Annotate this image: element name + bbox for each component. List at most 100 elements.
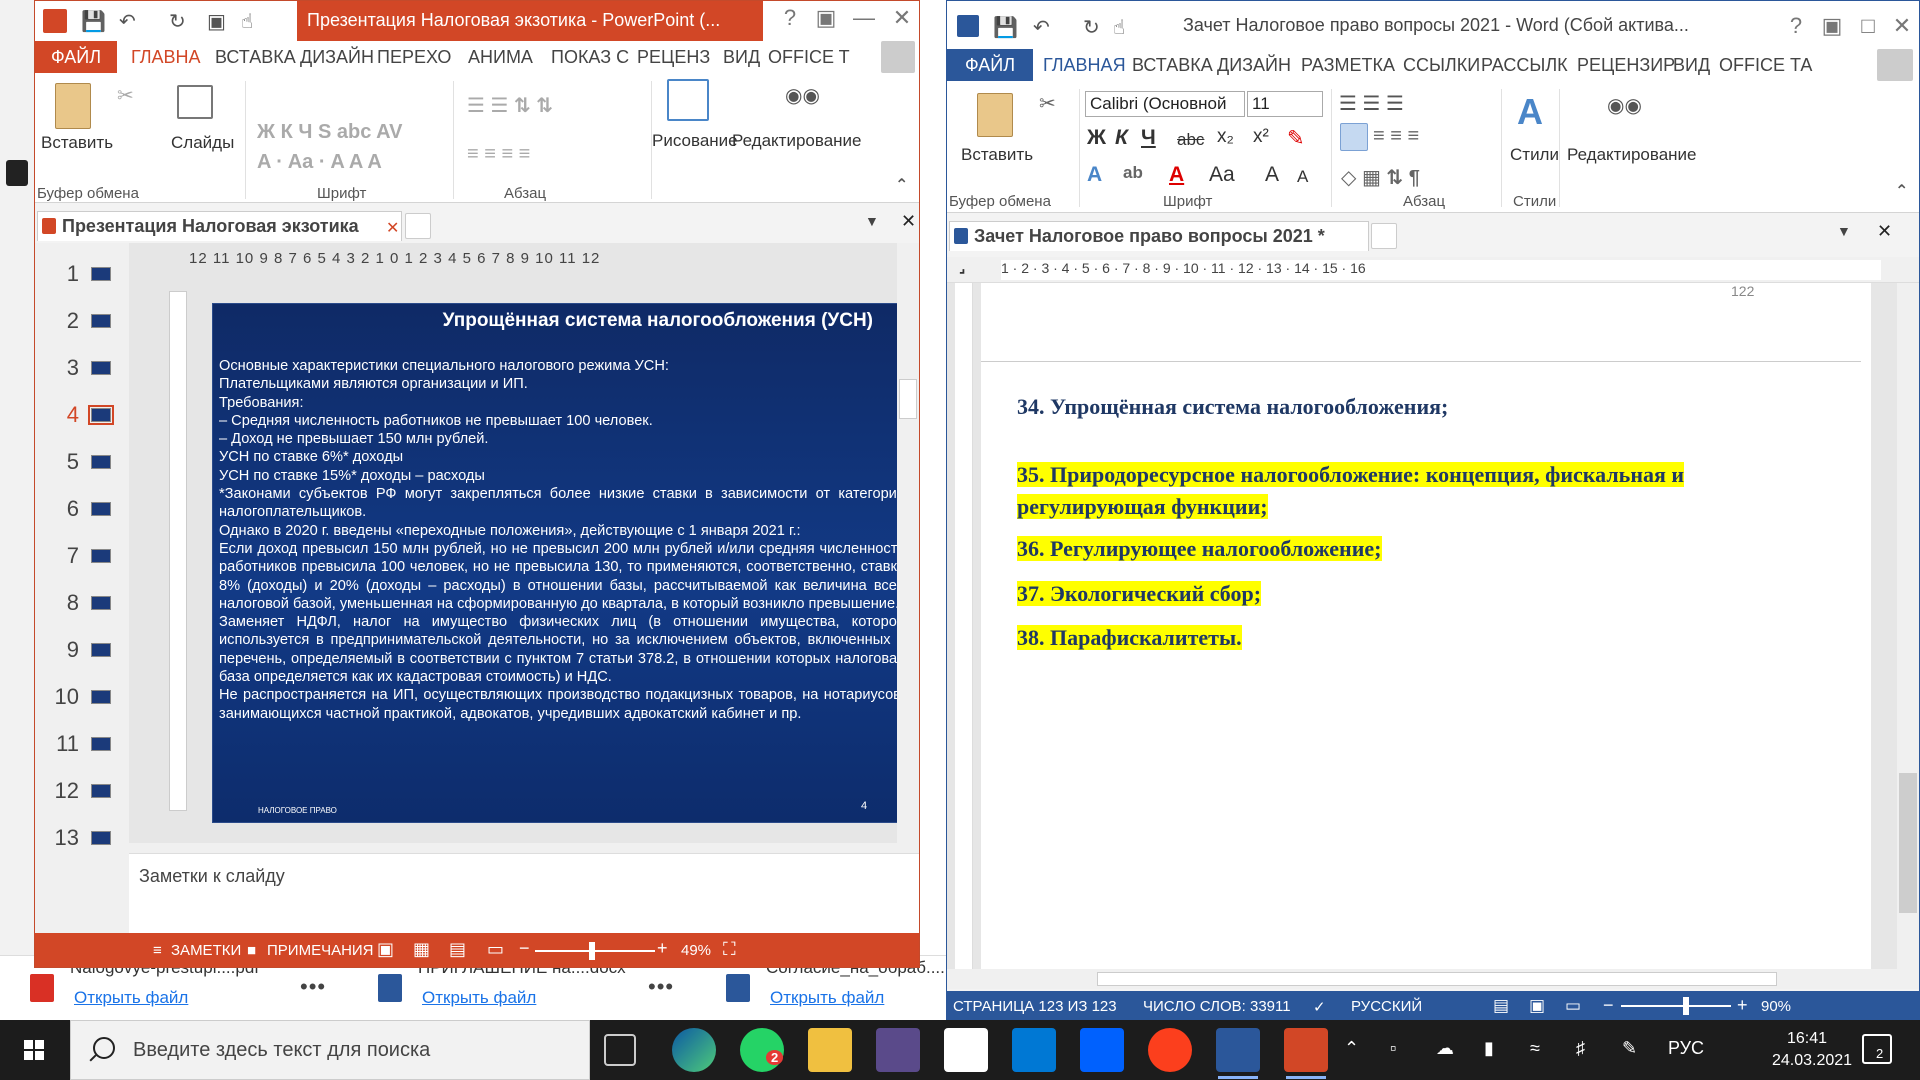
volume-icon[interactable]: ♯	[1576, 1038, 1585, 1059]
redo-icon[interactable]: ↻	[169, 9, 186, 34]
chevron-up-icon[interactable]: ⌃	[1344, 1038, 1359, 1059]
tab-transitions[interactable]: ПЕРЕХО	[377, 47, 451, 68]
undo-icon[interactable]: ↶	[119, 9, 136, 34]
styles-icon[interactable]: A	[1517, 91, 1543, 133]
notes-pane[interactable]: Заметки к слайду	[129, 853, 919, 933]
close-document-icon[interactable]: ✕	[901, 211, 916, 232]
language[interactable]: РУССКИЙ	[1351, 998, 1422, 1015]
tab-home[interactable]: ГЛАВНА	[131, 47, 201, 68]
collapse-ribbon-icon[interactable]: ⌃	[1895, 181, 1908, 201]
tab-office-tab[interactable]: OFFICE ТА	[1719, 55, 1812, 76]
start-button[interactable]	[0, 1020, 70, 1080]
close-icon[interactable]: ✕	[1885, 13, 1919, 39]
wifi-icon[interactable]: ≈	[1530, 1038, 1540, 1059]
tab-file[interactable]: ФАЙЛ	[35, 41, 118, 73]
zoom-out-icon[interactable]: −	[519, 938, 530, 959]
save-icon[interactable]: 💾	[81, 9, 106, 34]
shrink-font-icon[interactable]: A	[1297, 167, 1308, 187]
tab-insert[interactable]: ВСТАВКА	[215, 47, 296, 68]
more-options-icon[interactable]: •••	[648, 974, 674, 1000]
slide-thumbnail[interactable]: 6	[49, 490, 124, 530]
clock[interactable]: 16:41 24.03.2021	[1772, 1028, 1852, 1072]
zoom-slider-knob[interactable]	[1683, 997, 1689, 1015]
yandex-icon[interactable]	[1148, 1028, 1192, 1072]
tab-references[interactable]: ССЫЛКИ	[1403, 55, 1480, 76]
read-mode-icon[interactable]: ▤	[1493, 996, 1509, 1016]
normal-view-icon[interactable]: ▣	[377, 939, 394, 960]
highlight-icon[interactable]: ab	[1123, 163, 1143, 183]
tab-home[interactable]: ГЛАВНАЯ	[1043, 55, 1126, 76]
tab-file[interactable]: ФАЙЛ	[947, 49, 1034, 81]
comments-button[interactable]: ПРИМЕЧАНИЯ	[267, 942, 374, 959]
zoom-in-icon[interactable]: +	[1737, 995, 1748, 1016]
scroll-thumb[interactable]	[899, 379, 917, 419]
notes-icon[interactable]: ≡	[153, 942, 162, 959]
maximize-icon[interactable]: □	[1851, 13, 1885, 39]
question-item-highlighted[interactable]: 37. Экологический сбор;	[1017, 578, 1262, 610]
drawing-button[interactable]: Рисование	[652, 131, 738, 151]
current-slide[interactable]: Упрощённая система налогообложения (УСН)…	[212, 303, 909, 823]
slide-thumbnail[interactable]: 10	[49, 678, 124, 718]
paste-button[interactable]: Вставить	[41, 133, 113, 153]
edge-icon[interactable]	[672, 1028, 716, 1072]
vertical-scrollbar[interactable]	[1897, 283, 1919, 969]
clear-format-icon[interactable]: ✎	[1287, 126, 1305, 151]
question-item[interactable]: 34. Упрощённая система налогообложения;	[1017, 391, 1448, 423]
font-size-select[interactable]: 11	[1247, 91, 1323, 117]
undo-icon[interactable]: ↶	[1033, 15, 1050, 40]
align-left-icon[interactable]	[1340, 123, 1368, 151]
avatar[interactable]	[1877, 49, 1913, 81]
avatar[interactable]	[881, 41, 915, 73]
question-item-highlighted[interactable]: 35. Природоресурсное налогообложение: ко…	[1017, 459, 1707, 523]
save-icon[interactable]: 💾	[993, 15, 1018, 40]
paste-button[interactable]: Вставить	[961, 145, 1033, 165]
slide-thumbnail[interactable]: 5	[49, 443, 124, 483]
comments-icon[interactable]: ■	[247, 942, 256, 959]
tab-stop-selector-icon[interactable]: ⌟	[959, 259, 966, 276]
new-tab-button[interactable]	[405, 213, 431, 239]
tab-review[interactable]: РЕЦЕНЗ	[637, 47, 710, 68]
new-slide-icon[interactable]	[177, 85, 213, 119]
tab-view[interactable]: ВИД	[723, 47, 760, 68]
question-item-highlighted[interactable]: 36. Регулирующее налогообложение;	[1017, 533, 1382, 565]
tab-review[interactable]: РЕЦЕНЗИР	[1577, 55, 1675, 76]
zoom-level[interactable]: 49%	[681, 942, 711, 959]
slide-thumbnail[interactable]: 13	[49, 819, 124, 859]
styles-button[interactable]: Стили	[1510, 145, 1559, 165]
italic-icon[interactable]: К	[1115, 126, 1128, 150]
print-layout-icon[interactable]: ▣	[1529, 996, 1545, 1016]
word-taskbar-icon[interactable]	[1216, 1028, 1260, 1079]
slide-thumbnail[interactable]: 2	[49, 302, 124, 342]
open-file-link[interactable]: Открыть файл	[422, 988, 536, 1008]
collapse-ribbon-icon[interactable]: ⌃	[895, 175, 908, 195]
file-explorer-icon[interactable]	[808, 1028, 852, 1072]
text-effects-icon[interactable]: A	[1087, 163, 1102, 187]
close-document-icon[interactable]: ✕	[1877, 221, 1892, 242]
tab-list-icon[interactable]: ▼	[865, 213, 879, 229]
slide-thumbnail[interactable]: 1	[49, 255, 124, 295]
meet-icon[interactable]: ▫	[1390, 1038, 1396, 1059]
document-page[interactable]: 122 34. Упрощённая система налогообложен…	[981, 283, 1871, 969]
slide-sorter-icon[interactable]: ▦	[413, 939, 430, 960]
tab-view[interactable]: ВИД	[1673, 55, 1710, 76]
slide-thumbnail[interactable]: 11	[49, 725, 124, 765]
question-item-highlighted[interactable]: 38. Парафискалитеты.	[1017, 622, 1242, 654]
slide-thumbnail-selected[interactable]: 4	[49, 396, 124, 436]
slide-thumbnail[interactable]: 9	[49, 631, 124, 671]
slides-button[interactable]: Слайды	[171, 133, 234, 153]
tab-layout[interactable]: РАЗМЕТКА	[1301, 55, 1395, 76]
slide-thumbnail[interactable]: 3	[49, 349, 124, 389]
help-icon[interactable]: ?	[1779, 13, 1813, 39]
mail-icon[interactable]	[1012, 1028, 1056, 1072]
slide-thumbnail[interactable]: 8	[49, 584, 124, 624]
open-file-link[interactable]: Открыть файл	[74, 988, 188, 1008]
zoom-slider[interactable]	[1621, 1005, 1731, 1007]
slide-thumbnail[interactable]: 12	[49, 772, 124, 812]
subscript-icon[interactable]: x₂	[1217, 126, 1234, 148]
input-language[interactable]: РУС	[1668, 1038, 1704, 1059]
slide-body[interactable]: Основные характеристики специального нал…	[219, 357, 905, 723]
slide-thumbnail[interactable]: 7	[49, 537, 124, 577]
tab-office-tab[interactable]: OFFICE T	[768, 47, 850, 68]
proofing-icon[interactable]: ✓	[1313, 998, 1326, 1016]
close-icon[interactable]: ✕	[885, 5, 919, 31]
